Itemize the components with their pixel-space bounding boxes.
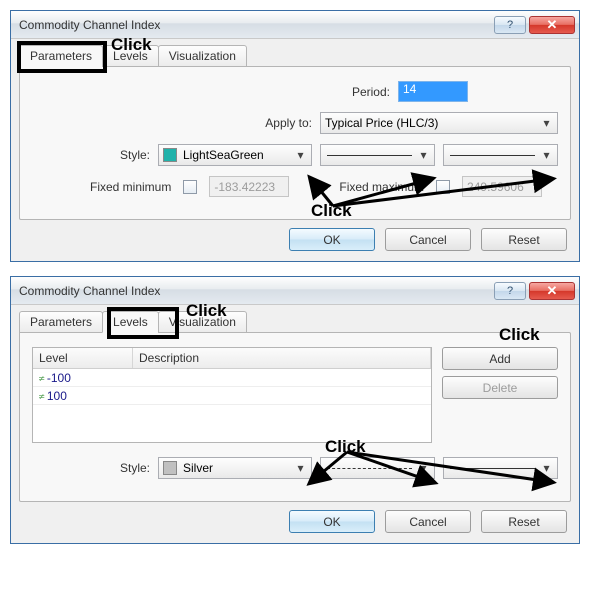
dialog-levels: Commodity Channel Index ? ✕ Parameters L… (10, 276, 580, 544)
chevron-down-icon: ▾ (415, 147, 432, 163)
line-sample-dashed (327, 468, 412, 469)
titlebar: Commodity Channel Index ? ✕ (11, 277, 579, 305)
cancel-button[interactable]: Cancel (385, 228, 471, 251)
levels-panel: Level Description ≠ -100 ≠ 100 Add Delet… (19, 332, 571, 502)
line-sample-solid (450, 468, 535, 469)
level-icon: ≠ (39, 375, 42, 383)
color-swatch (163, 461, 177, 475)
period-label: Period: (352, 85, 390, 99)
col-level: Level (33, 348, 133, 368)
parameters-panel: Period: 14 Apply to: Typical Price (HLC/… (19, 66, 571, 220)
tab-levels[interactable]: Levels (102, 45, 159, 67)
line-sample-solid (450, 155, 535, 156)
add-button[interactable]: Add (442, 347, 558, 370)
close-button[interactable]: ✕ (529, 16, 575, 34)
style-width-combo[interactable]: ▾ (443, 457, 558, 479)
tab-parameters[interactable]: Parameters (19, 45, 103, 67)
chevron-down-icon: ▾ (538, 460, 555, 476)
fixed-min-value: -183.42223 (209, 176, 289, 197)
ok-button[interactable]: OK (289, 510, 375, 533)
titlebar: Commodity Channel Index ? ✕ (11, 11, 579, 39)
chevron-down-icon: ▾ (538, 147, 555, 163)
title: Commodity Channel Index (19, 18, 491, 32)
close-button[interactable]: ✕ (529, 282, 575, 300)
dialog-buttons: OK Cancel Reset (19, 220, 571, 253)
tab-visualization[interactable]: Visualization (158, 45, 247, 67)
fixed-min-label: Fixed minimum (90, 180, 171, 194)
apply-to-label: Apply to: (265, 116, 312, 130)
chevron-down-icon: ▾ (538, 115, 555, 131)
fixed-max-checkbox[interactable] (436, 180, 450, 194)
chevron-down-icon: ▾ (292, 147, 309, 163)
level-value: -100 (47, 371, 71, 385)
cancel-button[interactable]: Cancel (385, 510, 471, 533)
apply-to-combo[interactable]: Typical Price (HLC/3) ▾ (320, 112, 558, 134)
chevron-down-icon: ▾ (415, 460, 432, 476)
line-sample-solid (327, 155, 412, 156)
style-line-combo[interactable]: ▾ (320, 457, 435, 479)
style-line-combo[interactable]: ▾ (320, 144, 435, 166)
grid-row[interactable]: ≠ 100 (33, 387, 431, 405)
tab-parameters[interactable]: Parameters (19, 311, 103, 333)
tab-levels[interactable]: Levels (102, 311, 159, 333)
tab-visualization[interactable]: Visualization (158, 311, 247, 333)
help-button[interactable]: ? (494, 282, 526, 300)
period-input[interactable]: 14 (398, 81, 468, 102)
style-color-name: LightSeaGreen (183, 148, 264, 162)
ok-button[interactable]: OK (289, 228, 375, 251)
dialog-parameters: Commodity Channel Index ? ✕ Parameters L… (10, 10, 580, 262)
level-value: 100 (47, 389, 67, 403)
chevron-down-icon: ▾ (292, 460, 309, 476)
help-button[interactable]: ? (494, 16, 526, 34)
reset-button[interactable]: Reset (481, 510, 567, 533)
title: Commodity Channel Index (19, 284, 491, 298)
color-swatch (163, 148, 177, 162)
grid-row[interactable]: ≠ -100 (33, 369, 431, 387)
delete-button: Delete (442, 376, 558, 399)
levels-grid[interactable]: Level Description ≠ -100 ≠ 100 (32, 347, 432, 443)
style-color-combo[interactable]: LightSeaGreen ▾ (158, 144, 312, 166)
style-width-combo[interactable]: ▾ (443, 144, 558, 166)
style-label: Style: (32, 148, 150, 162)
level-icon: ≠ (39, 393, 42, 401)
style-color-name: Silver (183, 461, 213, 475)
fixed-max-value: 249.59606 (462, 176, 542, 197)
fixed-max-label: Fixed maximum (339, 180, 424, 194)
apply-to-value: Typical Price (HLC/3) (325, 116, 438, 130)
dialog-buttons: OK Cancel Reset (19, 502, 571, 535)
fixed-min-checkbox[interactable] (183, 180, 197, 194)
reset-button[interactable]: Reset (481, 228, 567, 251)
style-label: Style: (32, 461, 150, 475)
col-description: Description (133, 348, 431, 368)
style-color-combo[interactable]: Silver ▾ (158, 457, 312, 479)
